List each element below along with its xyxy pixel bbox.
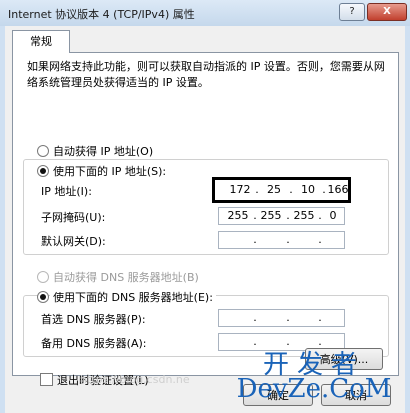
ip-dot: . xyxy=(286,233,290,246)
ip-dot: . xyxy=(286,311,290,324)
general-panel: 如果网络支持此功能，则可以获取自动指派的 IP 设置。否则，您需要从网络系统管理… xyxy=(12,52,399,387)
validate-checkbox[interactable] xyxy=(40,373,53,386)
auto-dns-label[interactable]: 自动获得 DNS 服务器地址(B) xyxy=(53,269,199,285)
auto-ip-radio[interactable] xyxy=(37,145,49,157)
preferred-dns-input[interactable]: . . . xyxy=(218,309,345,327)
alternate-dns-label: 备用 DNS 服务器(A): xyxy=(41,337,147,350)
auto-ip-label[interactable]: 自动获得 IP 地址(O) xyxy=(53,143,153,159)
ip-address-label: IP 地址(I): xyxy=(41,185,92,198)
manual-ip-radio[interactable] xyxy=(37,165,49,177)
manual-dns-radio[interactable] xyxy=(37,291,49,303)
gateway-label: 默认网关(D): xyxy=(41,235,106,248)
close-button[interactable]: X xyxy=(367,3,407,21)
subnet-mask-input[interactable]: 255 . 255 . 255 . 0 xyxy=(218,207,345,225)
mask-octet-3: 255 xyxy=(293,209,315,222)
gateway-input[interactable]: . . . xyxy=(218,231,345,249)
subnet-mask-label: 子网掩码(U): xyxy=(41,211,106,224)
ip-dot: . xyxy=(318,311,322,324)
blog-watermark: https://blog.csdn.ne xyxy=(80,373,190,386)
ip-octet-3: 10 xyxy=(301,183,315,196)
mask-octet-2: 255 xyxy=(260,209,282,222)
tab-general[interactable]: 常规 xyxy=(12,30,70,53)
site-watermark-logo: 开发者 DevZe.CoM xyxy=(224,350,404,413)
ip-dot: . xyxy=(253,311,257,324)
help-button[interactable]: ? xyxy=(339,3,365,21)
preferred-dns-label: 首选 DNS 服务器(P): xyxy=(41,313,146,326)
ip-octet-4: 166 xyxy=(327,183,349,196)
watermark-line2: DevZe.CoM xyxy=(236,374,392,404)
auto-dns-radio[interactable] xyxy=(37,271,49,283)
ip-address-input[interactable]: 172 . 25 . 10 . 166 xyxy=(212,177,351,203)
mask-octet-4: 0 xyxy=(329,209,337,222)
ip-dot: . xyxy=(255,183,259,196)
ip-octet-1: 172 xyxy=(229,183,251,196)
ip-octet-2: 25 xyxy=(267,183,281,196)
description-text: 如果网络支持此功能，则可以获取自动指派的 IP 设置。否则，您需要从网络系统管理… xyxy=(27,60,385,89)
title-bar[interactable]: Internet 协议版本 4 (TCP/IPv4) 属性 ? X xyxy=(0,0,410,26)
manual-ip-label[interactable]: 使用下面的 IP 地址(S): xyxy=(50,163,170,179)
manual-dns-label[interactable]: 使用下面的 DNS 服务器地址(E): xyxy=(50,289,216,305)
ip-dot: . xyxy=(253,233,257,246)
window-title: Internet 协议版本 4 (TCP/IPv4) 属性 xyxy=(8,8,195,21)
ip-dot: . xyxy=(318,233,322,246)
mask-octet-1: 255 xyxy=(227,209,249,222)
ip-dot: . xyxy=(289,183,293,196)
